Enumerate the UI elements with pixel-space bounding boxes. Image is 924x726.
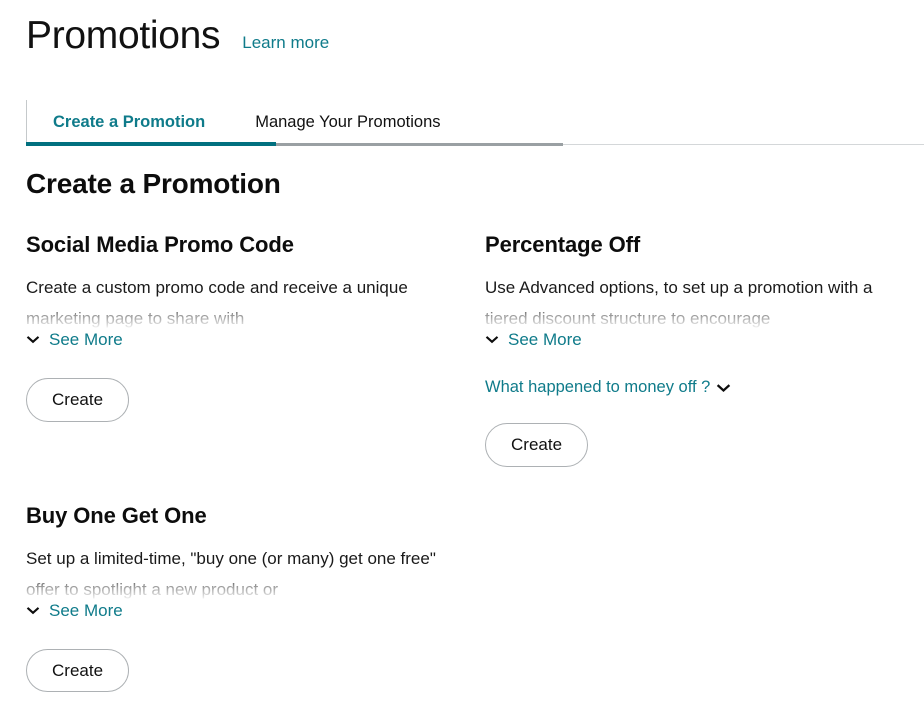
money-off-help-label: What happened to money off ?: [485, 378, 711, 396]
tab-manage-your-promotions[interactable]: Manage Your Promotions: [231, 100, 466, 144]
section-heading: Create a Promotion: [26, 168, 281, 199]
active-tab-underline: [26, 142, 276, 146]
card-description: Create a custom promo code and receive a…: [26, 278, 408, 328]
create-button[interactable]: Create: [26, 648, 130, 693]
page-title: Promotions: [26, 14, 221, 57]
see-more-label: See More: [49, 600, 123, 620]
chevron-down-icon: [485, 333, 499, 347]
see-more-toggle[interactable]: See More: [26, 601, 123, 621]
create-button[interactable]: Create: [485, 423, 589, 467]
see-more-toggle[interactable]: See More: [485, 330, 582, 350]
tab-bar: Create a Promotion Manage Your Promotion…: [0, 100, 924, 150]
promotion-card-percentage-off: Percentage Off Use Advanced options, to …: [0, 232, 924, 467]
card-title: Buy One Get One: [26, 502, 207, 528]
promotion-card-buy-one-get-one: Buy One Get One Set up a limited-time, "…: [0, 503, 459, 693]
card-description: Use Advanced options, to set up a promot…: [485, 278, 873, 328]
promotion-type-grid: Social Media Promo Code Create a custom …: [0, 232, 924, 693]
page-header: Promotions Learn more: [26, 16, 329, 55]
tab-create-a-promotion[interactable]: Create a Promotion: [27, 100, 231, 144]
tab-list: Create a Promotion Manage Your Promotion…: [26, 100, 467, 144]
promotion-card-row-2: Buy One Get One Set up a limited-time, "…: [0, 503, 924, 693]
chevron-down-icon: [26, 604, 40, 618]
card-description: Set up a limited-time, "buy one (or many…: [26, 548, 436, 599]
card-title: Percentage Off: [485, 232, 641, 257]
learn-more-link[interactable]: Learn more: [242, 33, 329, 53]
chevron-down-icon: [716, 381, 731, 395]
money-off-help-toggle[interactable]: What happened to money off ?: [485, 378, 731, 397]
see-more-label: See More: [508, 330, 582, 349]
row-spacer: [0, 467, 924, 503]
promotion-card-row-1: Social Media Promo Code Create a custom …: [0, 232, 924, 467]
